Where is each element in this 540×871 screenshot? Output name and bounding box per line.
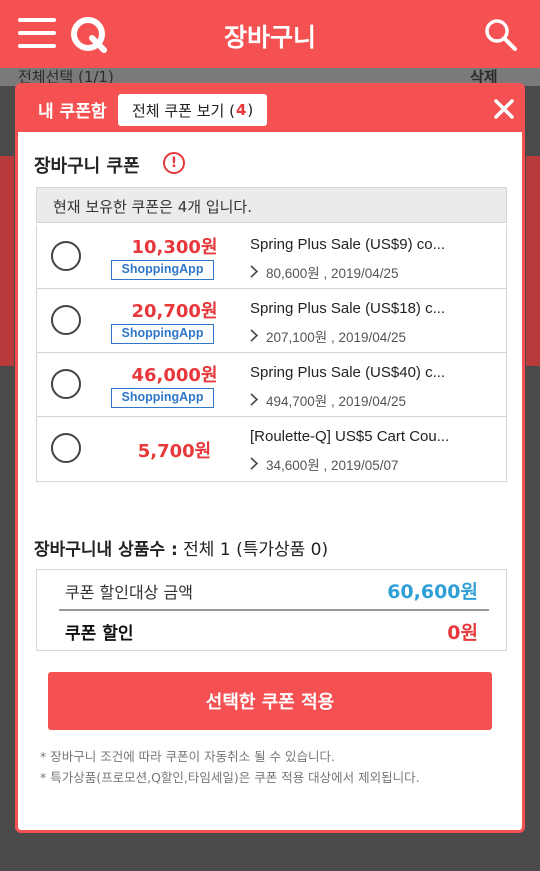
background-panel-left	[0, 156, 14, 366]
background-panel-right	[526, 156, 540, 366]
chevron-right-icon	[250, 393, 258, 406]
coupon-name: Spring Plus Sale (US$40) c...	[250, 364, 446, 381]
coupon-amount: 46,000원	[131, 365, 218, 386]
coupon-list: 10,300원 ShoppingApp Spring Plus Sale (US…	[36, 225, 507, 482]
coupon-condition: 494,700원 , 2019/04/25	[250, 390, 406, 410]
coupon-tag: ShoppingApp	[111, 260, 214, 280]
owned-count-box: 현재 보유한 쿠폰은 4개 입니다.	[36, 187, 507, 223]
owned-count-text: 현재 보유한 쿠폰은 4개 입니다.	[53, 198, 252, 216]
coupon-condition: 207,100원 , 2019/04/25	[250, 326, 406, 346]
target-amount-label: 쿠폰 할인대상 금액	[65, 583, 193, 602]
all-coupons-label: 전체 쿠폰 보기 (	[132, 101, 235, 120]
coupon-modal: 내 쿠폰함 전체 쿠폰 보기 (4) 장바구니 쿠폰 ! 현재 보유한 쿠폰은 …	[15, 83, 525, 833]
coupon-tag: ShoppingApp	[111, 324, 214, 344]
summary-divider	[59, 609, 489, 611]
coupon-tag: ShoppingApp	[111, 388, 214, 408]
coupon-condition: 80,600원 , 2019/04/25	[250, 262, 399, 282]
coupon-condition-text: 494,700원 , 2019/04/25	[266, 394, 407, 409]
target-amount-value: 60,600원	[387, 581, 478, 603]
discount-summary: 쿠폰 할인대상 금액 60,600원 쿠폰 할인 0원	[36, 569, 507, 651]
chevron-right-icon	[250, 457, 258, 470]
chevron-right-icon	[250, 265, 258, 278]
radio-icon[interactable]	[51, 369, 81, 399]
note-line: * 장바구니 조건에 따라 쿠폰이 자동취소 될 수 있습니다.	[40, 749, 336, 764]
coupon-condition: 34,600원 , 2019/05/07	[250, 454, 399, 474]
target-amount-row: 쿠폰 할인대상 금액 60,600원	[37, 570, 506, 610]
all-coupons-count: 4	[235, 101, 247, 119]
apply-coupon-button[interactable]: 선택한 쿠폰 적용	[48, 672, 492, 730]
cart-count-value: 전체 1 (특가상품 0)	[183, 540, 329, 560]
page-title: 장바구니	[223, 23, 316, 52]
note-line: * 특가상품(프로모션,Q할인,타임세일)은 쿠폰 적용 대상에서 제외됩니다.	[40, 770, 420, 785]
app-header: 장바구니	[0, 0, 540, 68]
coupon-amount: 20,700원	[131, 301, 218, 322]
discount-value: 0원	[447, 622, 478, 644]
info-icon[interactable]: !	[163, 152, 185, 174]
coupon-amount: 5,700원	[137, 441, 212, 462]
modal-title: 내 쿠폰함	[38, 102, 107, 122]
discount-row: 쿠폰 할인 0원	[37, 612, 506, 650]
coupon-condition-text: 34,600원 , 2019/05/07	[266, 458, 399, 473]
notes: * 장바구니 조건에 따라 쿠폰이 자동취소 될 수 있습니다. * 특가상품(…	[40, 746, 420, 788]
cart-count-line: 장바구니내 상품수 : 전체 1 (특가상품 0)	[34, 535, 328, 560]
discount-label: 쿠폰 할인	[65, 624, 134, 644]
coupon-name: [Roulette-Q] US$5 Cart Cou...	[250, 428, 450, 445]
coupon-row[interactable]: 20,700원 ShoppingApp Spring Plus Sale (US…	[37, 289, 506, 353]
coupon-condition-text: 80,600원 , 2019/04/25	[266, 266, 399, 281]
all-coupons-suffix: )	[247, 101, 254, 119]
coupon-row[interactable]: 46,000원 ShoppingApp Spring Plus Sale (US…	[37, 353, 506, 417]
chevron-right-icon	[250, 329, 258, 342]
coupon-name: Spring Plus Sale (US$18) c...	[250, 300, 446, 317]
radio-icon[interactable]	[51, 241, 81, 271]
cart-count-label: 장바구니내 상품수 :	[34, 540, 178, 560]
radio-icon[interactable]	[51, 433, 81, 463]
search-icon[interactable]	[484, 18, 518, 52]
coupon-amount: 10,300원	[131, 237, 218, 258]
coupon-condition-text: 207,100원 , 2019/04/25	[266, 330, 407, 345]
coupon-row[interactable]: 5,700원 [Roulette-Q] US$5 Cart Cou... 34,…	[37, 417, 506, 481]
coupon-row[interactable]: 10,300원 ShoppingApp Spring Plus Sale (US…	[37, 225, 506, 289]
section-title: 장바구니 쿠폰	[34, 156, 140, 177]
modal-header: 내 쿠폰함 전체 쿠폰 보기 (4)	[18, 86, 522, 132]
all-coupons-button[interactable]: 전체 쿠폰 보기 (4)	[118, 94, 268, 126]
coupon-name: Spring Plus Sale (US$9) co...	[250, 236, 446, 253]
radio-icon[interactable]	[51, 305, 81, 335]
close-icon[interactable]	[492, 97, 516, 121]
